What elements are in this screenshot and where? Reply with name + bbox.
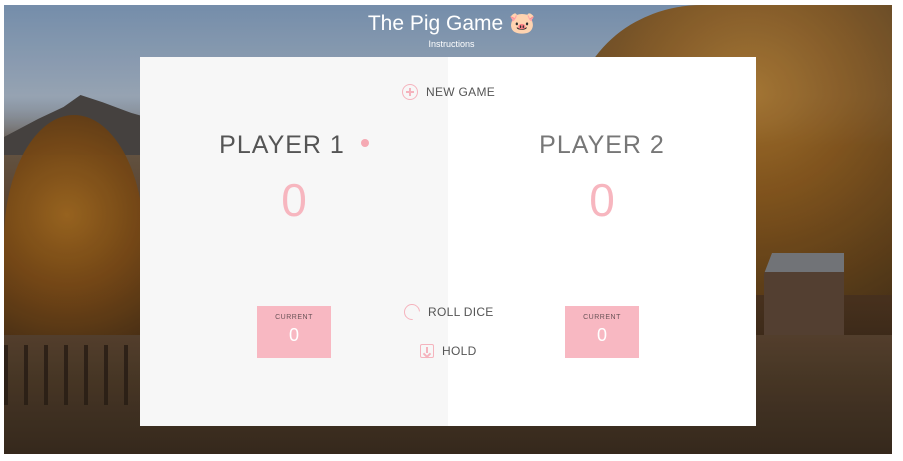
hold-button[interactable]: HOLD xyxy=(420,344,477,358)
new-game-label: NEW GAME xyxy=(426,85,496,99)
player-1-panel: PLAYER 1 0 CURRENT 0 xyxy=(140,57,448,426)
player-1-score: 0 xyxy=(281,174,307,226)
roll-dice-button[interactable]: ROLL DICE xyxy=(400,300,494,324)
game-board: PLAYER 1 0 CURRENT 0 PLAYER 2 0 CURRENT … xyxy=(140,57,756,426)
player-1-current-box: CURRENT 0 xyxy=(257,306,331,358)
player-2-panel: PLAYER 2 0 CURRENT 0 xyxy=(448,57,756,426)
player-2-name: PLAYER 2 xyxy=(539,131,665,159)
hold-label: HOLD xyxy=(442,344,477,358)
player-1-current-label: CURRENT xyxy=(275,314,313,321)
instructions-link[interactable]: Instructions xyxy=(0,38,903,50)
download-icon xyxy=(420,344,434,358)
plus-circle-icon xyxy=(402,84,418,100)
player-2-current-box: CURRENT 0 xyxy=(565,306,639,358)
player-2-current-score: 0 xyxy=(596,325,607,345)
active-player-dot-icon xyxy=(360,139,369,148)
player-1-name: PLAYER 1 xyxy=(219,131,345,159)
player-1-current-score: 0 xyxy=(288,325,299,345)
new-game-button[interactable]: NEW GAME xyxy=(402,84,495,100)
player-1-name-wrapper: PLAYER 1 xyxy=(140,131,448,160)
page-title: The Pig Game 🐷 xyxy=(367,12,536,35)
refresh-icon xyxy=(400,300,424,324)
player-2-current-label: CURRENT xyxy=(583,314,621,321)
roll-dice-label: ROLL DICE xyxy=(428,305,494,319)
player-2-score: 0 xyxy=(589,174,615,226)
